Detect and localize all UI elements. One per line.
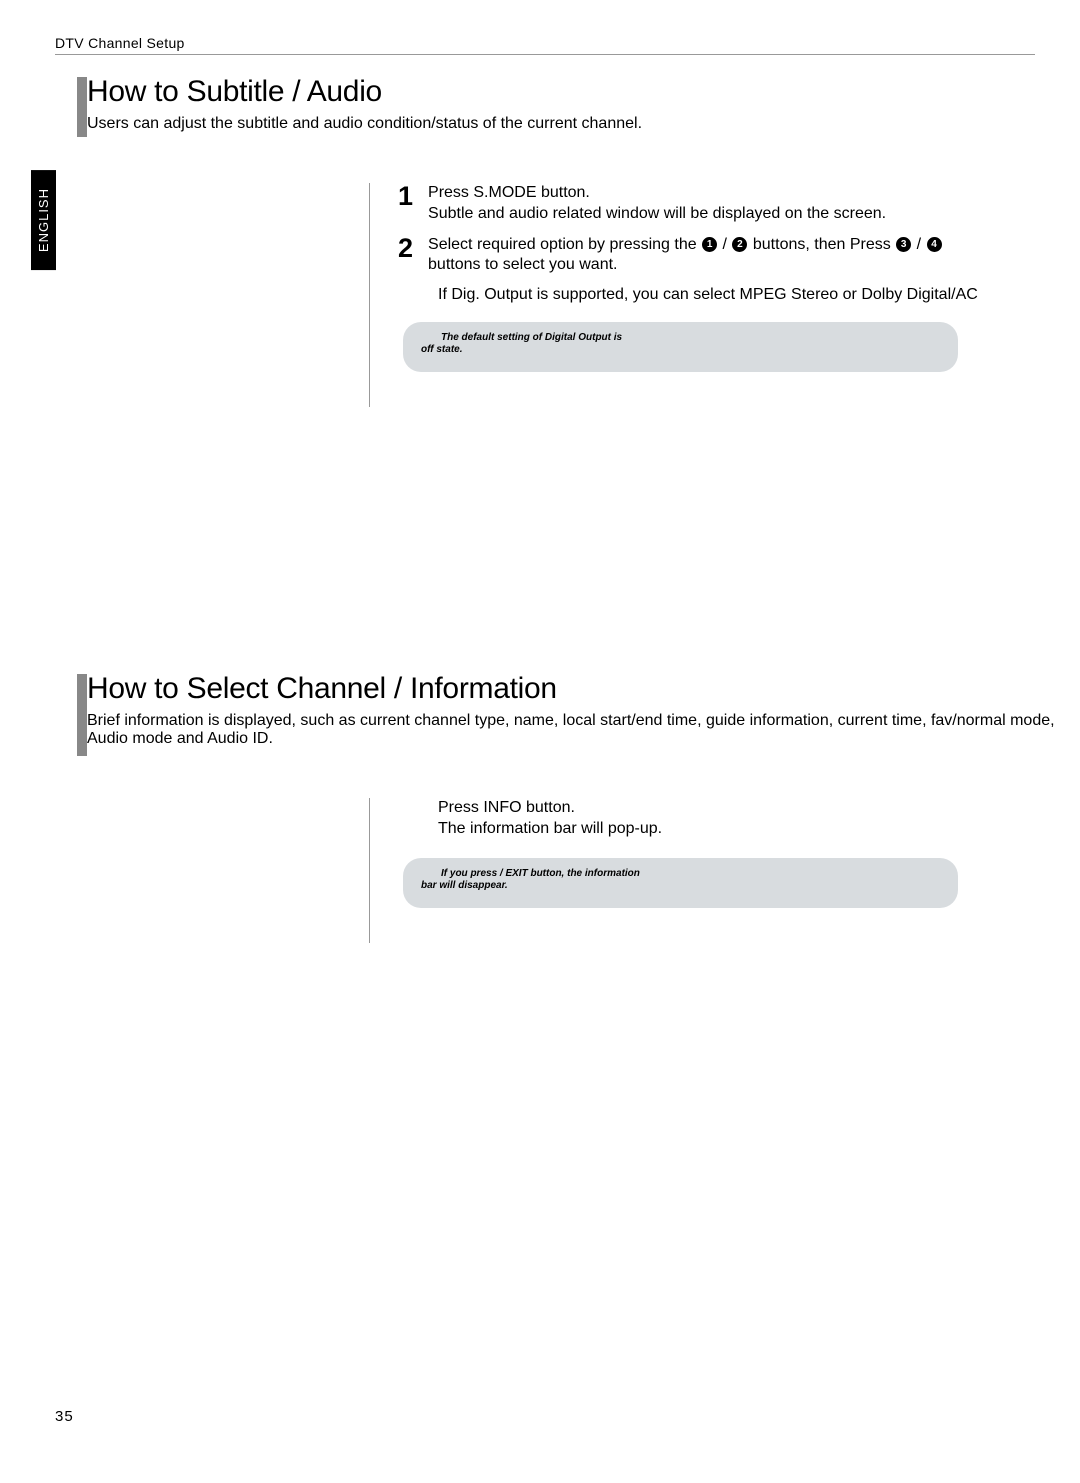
step-1: 1 Press S.MODE button. Subtle and audio …: [398, 183, 1080, 225]
language-tab: ENGLISH: [31, 170, 56, 270]
note-box-line2: bar will disappear.: [421, 880, 940, 892]
note-box-line2: off state.: [421, 344, 940, 356]
note-box-line1: If you press / EXIT button, the informat…: [441, 868, 940, 880]
section-description: Brief information is displayed, such as …: [87, 712, 1080, 748]
section-accent-bar: [77, 674, 87, 756]
section-description: Users can adjust the subtitle and audio …: [87, 115, 1080, 133]
step-text: Press S.MODE button. Subtle and audio re…: [428, 183, 1080, 225]
note-box-line1: The default setting of Digital Output is: [441, 332, 940, 344]
note-box: If you press / EXIT button, the informat…: [403, 858, 958, 908]
dig-output-note: If Dig. Output is supported, you can sel…: [438, 286, 1080, 304]
page-number: 35: [55, 1408, 74, 1425]
breadcrumb: DTV Channel Setup: [55, 35, 1080, 54]
step-text: Select required option by pressing the 1…: [428, 235, 1080, 277]
section-subtitle-audio: How to Subtitle / Audio Users can adjust…: [87, 75, 1080, 407]
down-icon: 2: [732, 237, 747, 252]
section-title: How to Select Channel / Information: [87, 672, 1080, 706]
left-icon: 3: [896, 237, 911, 252]
header-rule: [55, 54, 1035, 55]
section-accent-bar: [77, 77, 87, 137]
steps-container: 1 Press S.MODE button. Subtle and audio …: [369, 183, 1080, 407]
step-2: 2 Select required option by pressing the…: [398, 235, 1080, 277]
note-box: The default setting of Digital Output is…: [403, 322, 958, 372]
info-step: Press INFO button. The information bar w…: [438, 798, 1080, 840]
section-title: How to Subtitle / Audio: [87, 75, 1080, 109]
right-icon: 4: [927, 237, 942, 252]
steps-container: Press INFO button. The information bar w…: [369, 798, 1080, 943]
step-number: 1: [398, 183, 413, 210]
up-icon: 1: [702, 237, 717, 252]
step-number: 2: [398, 235, 413, 262]
section-channel-info: How to Select Channel / Information Brie…: [87, 672, 1080, 943]
